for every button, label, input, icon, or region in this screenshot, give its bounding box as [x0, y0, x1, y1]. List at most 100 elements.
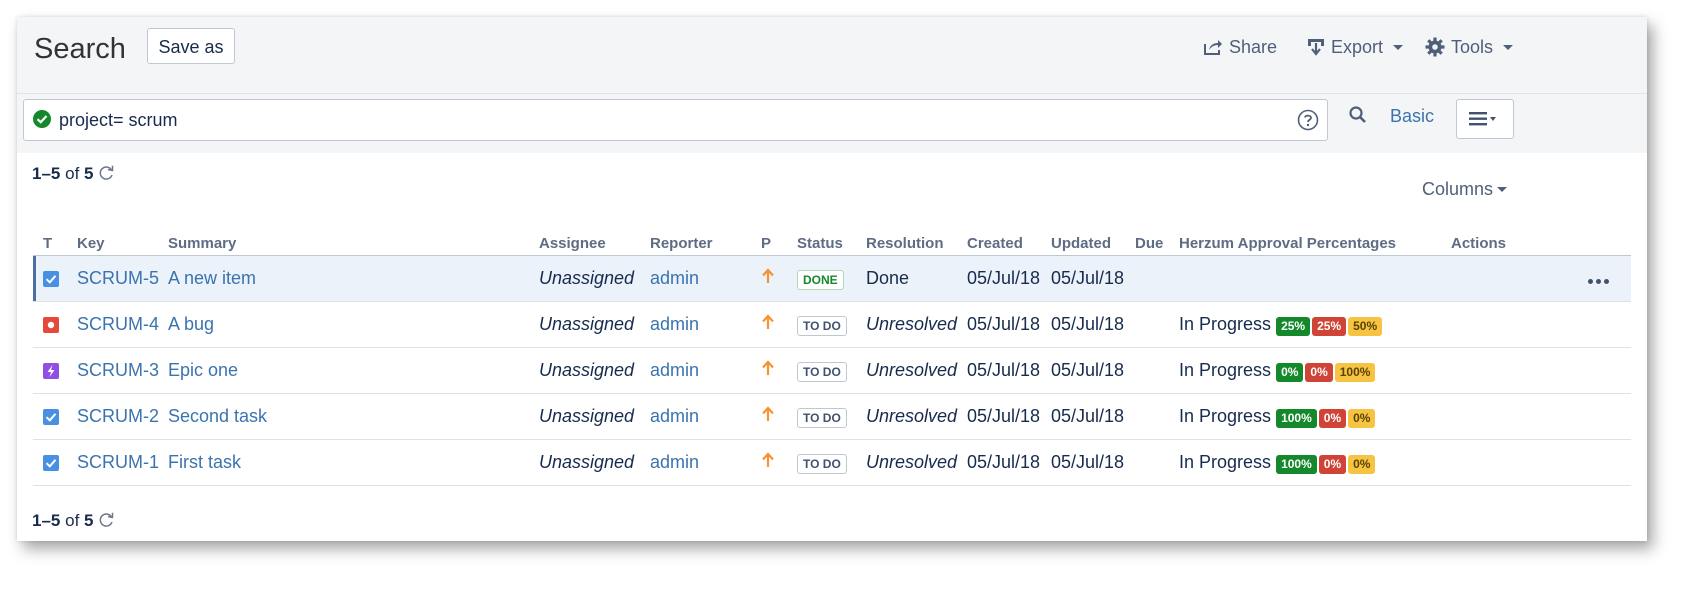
- export-button[interactable]: Export: [1307, 36, 1404, 58]
- priority-arrow-up-icon: [762, 314, 774, 329]
- issue-key-link[interactable]: SCRUM-2: [77, 393, 168, 440]
- assignee-cell: Unassigned: [539, 301, 650, 348]
- created-cell: 05/Jul/18: [967, 347, 1051, 394]
- approval-cell: [1179, 255, 1451, 302]
- col-header-created[interactable]: Created: [967, 231, 1051, 256]
- updated-cell: 05/Jul/18: [1051, 393, 1135, 440]
- share-label: Share: [1229, 36, 1278, 57]
- priority-cell: [761, 393, 797, 440]
- col-header-approval[interactable]: Herzum Approval Percentages: [1179, 231, 1451, 256]
- reporter-link[interactable]: admin: [650, 439, 761, 486]
- assignee-cell: Unassigned: [539, 347, 650, 394]
- approval-cell: In Progress 0% 0% 100%: [1179, 347, 1451, 394]
- table-row[interactable]: SCRUM-5 A new item Unassigned admin DONE…: [33, 255, 1631, 302]
- bug-icon: [43, 316, 59, 333]
- rejected-percentage-badge: 25%: [1312, 316, 1347, 336]
- help-icon[interactable]: [1297, 109, 1319, 131]
- issue-summary-link[interactable]: First task: [168, 439, 539, 486]
- priority-arrow-up-icon: [762, 452, 774, 467]
- page-title: Search: [34, 33, 126, 65]
- issue-summary-link[interactable]: Second task: [168, 393, 539, 440]
- results-total: 5: [84, 164, 94, 183]
- reporter-link[interactable]: admin: [650, 255, 761, 302]
- pending-percentage-badge: 50%: [1348, 316, 1383, 336]
- status-cell: TO DO: [797, 301, 866, 348]
- issue-summary-link[interactable]: Epic one: [168, 347, 539, 394]
- col-header-due[interactable]: Due: [1135, 231, 1179, 256]
- resolution-cell: Done: [866, 255, 967, 302]
- jql-input[interactable]: project= scrum: [23, 99, 1328, 141]
- jql-query-bar: project= scrum Basic: [17, 93, 1647, 153]
- due-cell: [1135, 255, 1179, 302]
- issue-summary-link[interactable]: A bug: [168, 301, 539, 348]
- share-icon: [1204, 40, 1222, 55]
- reporter-link[interactable]: admin: [650, 347, 761, 394]
- export-icon: [1308, 39, 1324, 56]
- valid-check-icon: [33, 110, 51, 128]
- refresh-icon[interactable]: [97, 511, 115, 529]
- table-row[interactable]: SCRUM-4 A bug Unassigned admin TO DO Unr…: [33, 301, 1631, 348]
- status-lozenge: TO DO: [797, 315, 847, 336]
- table-row[interactable]: SCRUM-2 Second task Unassigned admin TO …: [33, 393, 1631, 440]
- col-header-type[interactable]: T: [33, 231, 77, 256]
- status-lozenge: TO DO: [797, 361, 847, 382]
- assignee-cell: Unassigned: [539, 255, 650, 302]
- issue-key-link[interactable]: SCRUM-3: [77, 347, 168, 394]
- issue-summary-link[interactable]: A new item: [168, 255, 539, 302]
- reporter-link[interactable]: admin: [650, 393, 761, 440]
- issue-key-link[interactable]: SCRUM-4: [77, 301, 168, 348]
- col-header-reporter[interactable]: Reporter: [650, 231, 761, 256]
- resolution-cell: Unresolved: [866, 347, 967, 394]
- resolution-cell: Unresolved: [866, 393, 967, 440]
- tools-label: Tools: [1451, 36, 1494, 57]
- columns-button[interactable]: Columns: [1422, 179, 1508, 200]
- reporter-link[interactable]: admin: [650, 301, 761, 348]
- issue-navigator-panel: Search Save as Share Export Tools projec…: [17, 17, 1647, 541]
- actions-cell: [1451, 301, 1631, 348]
- created-cell: 05/Jul/18: [967, 439, 1051, 486]
- save-as-button[interactable]: Save as: [147, 28, 235, 64]
- actions-cell: [1451, 347, 1631, 394]
- results-of-label: of: [65, 511, 80, 530]
- approval-status-label: In Progress: [1179, 405, 1272, 426]
- results-total: 5: [84, 511, 94, 530]
- col-header-summary[interactable]: Summary: [168, 231, 539, 256]
- priority-cell: [761, 439, 797, 486]
- tools-button[interactable]: Tools: [1425, 36, 1514, 58]
- list-view-icon: [1469, 112, 1496, 126]
- search-icon[interactable]: [1348, 105, 1368, 125]
- table-row[interactable]: SCRUM-1 First task Unassigned admin TO D…: [33, 439, 1631, 486]
- actions-cell: [1451, 393, 1631, 440]
- issue-key-link[interactable]: SCRUM-1: [77, 439, 168, 486]
- table-row[interactable]: SCRUM-3 Epic one Unassigned admin TO DO …: [33, 347, 1631, 394]
- layout-switcher-button[interactable]: [1456, 99, 1514, 139]
- results-count-top: 1–5 of 5: [32, 164, 94, 184]
- col-header-key[interactable]: Key: [77, 231, 168, 256]
- refresh-icon[interactable]: [97, 164, 115, 182]
- status-lozenge: TO DO: [797, 407, 847, 428]
- status-cell: DONE: [797, 255, 866, 302]
- search-header: Search Save as Share Export Tools: [17, 17, 1647, 93]
- col-header-updated[interactable]: Updated: [1051, 231, 1135, 256]
- more-actions-icon[interactable]: [1588, 279, 1609, 284]
- issue-key-link[interactable]: SCRUM-5: [77, 255, 168, 302]
- story-check-icon: [43, 270, 59, 287]
- approval-status-label: In Progress: [1179, 359, 1272, 380]
- actions-cell: [1451, 255, 1631, 302]
- basic-search-link[interactable]: Basic: [1390, 106, 1434, 127]
- col-header-status[interactable]: Status: [797, 231, 866, 256]
- results-range: 1–5: [32, 164, 61, 183]
- col-header-resolution[interactable]: Resolution: [866, 231, 967, 256]
- pending-percentage-badge: 100%: [1334, 362, 1376, 382]
- due-cell: [1135, 393, 1179, 440]
- share-button[interactable]: Share: [1203, 36, 1277, 58]
- type-cell: [33, 347, 77, 394]
- rejected-percentage-badge: 0%: [1318, 408, 1347, 428]
- issues-table: T Key Summary Assignee Reporter P Status…: [33, 231, 1631, 486]
- approved-percentage-badge: 0%: [1276, 362, 1304, 382]
- col-header-assignee[interactable]: Assignee: [539, 231, 650, 256]
- epic-icon: [43, 362, 59, 379]
- pending-percentage-badge: 0%: [1348, 454, 1376, 474]
- col-header-priority[interactable]: P: [761, 231, 797, 256]
- status-cell: TO DO: [797, 439, 866, 486]
